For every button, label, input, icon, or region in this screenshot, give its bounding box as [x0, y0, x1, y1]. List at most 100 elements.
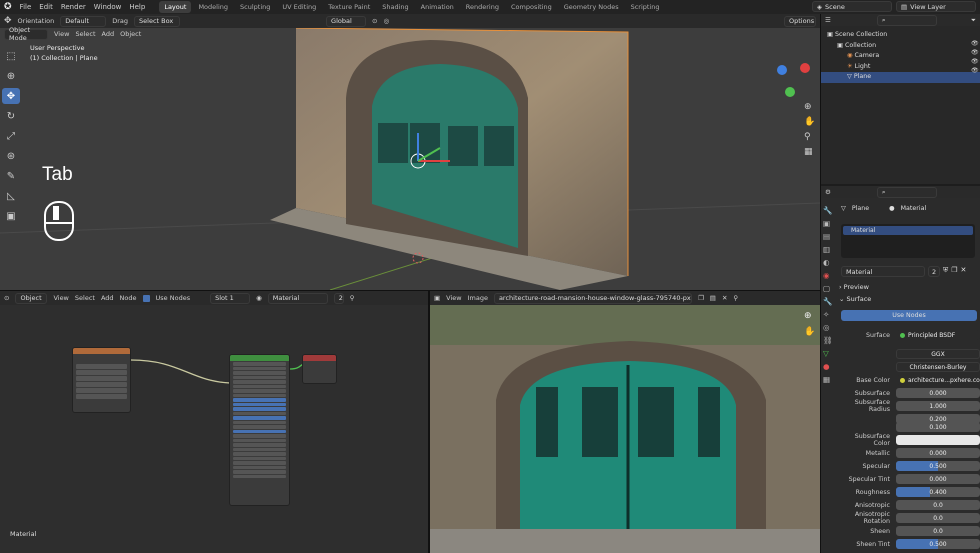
node-view-menu[interactable]: View: [53, 294, 68, 302]
surface-panel-header[interactable]: ⌄ Surface: [839, 295, 871, 303]
proportional-edit-icon[interactable]: ◎: [384, 17, 390, 25]
render-tab-icon[interactable]: ▣: [823, 219, 833, 228]
menu-window[interactable]: Window: [94, 3, 122, 11]
object-tab-icon[interactable]: ▢: [823, 284, 833, 293]
tab-sculpting[interactable]: Sculpting: [235, 1, 275, 13]
measure-tool-icon[interactable]: ◺: [2, 188, 20, 204]
select-tool-icon[interactable]: ⬚: [2, 48, 20, 64]
orientation-dropdown[interactable]: Default: [60, 15, 107, 27]
node-add-menu[interactable]: Add: [101, 294, 114, 302]
rotate-tool-icon[interactable]: ↻: [2, 108, 20, 124]
image-file-field[interactable]: architecture-road-mansion-house-window-g…: [493, 292, 692, 304]
property-field[interactable]: 0.000: [896, 388, 980, 398]
property-field[interactable]: 0.0: [896, 500, 980, 510]
tab-geometry-nodes[interactable]: Geometry Nodes: [559, 1, 624, 13]
outliner-item-light[interactable]: ☀ Light: [827, 62, 974, 73]
menu-edit[interactable]: Edit: [39, 3, 53, 11]
view-layer-tab-icon[interactable]: ▥: [823, 245, 833, 254]
snap-icon[interactable]: ⊙: [372, 17, 377, 25]
user-count[interactable]: 2: [928, 266, 940, 277]
properties-icon[interactable]: ⚙: [825, 188, 831, 196]
pan-hand-icon[interactable]: ✋: [804, 117, 815, 127]
camera-view-icon[interactable]: ⚲: [804, 132, 815, 142]
property-field[interactable]: architecture...pxhere.com: [896, 375, 980, 385]
material-output-node[interactable]: [302, 354, 337, 384]
tab-rendering[interactable]: Rendering: [461, 1, 504, 13]
slot-dropdown[interactable]: Slot 1: [210, 292, 251, 304]
tab-compositing[interactable]: Compositing: [506, 1, 557, 13]
close-icon[interactable]: ✕: [961, 266, 967, 277]
tab-animation[interactable]: Animation: [416, 1, 459, 13]
annotate-tool-icon[interactable]: ✎: [2, 168, 20, 184]
texture-tab-icon[interactable]: ▦: [823, 375, 833, 384]
particles-tab-icon[interactable]: ✧: [823, 310, 833, 319]
3d-viewport[interactable]: User Perspective (1) Collection | Plane …: [0, 28, 820, 290]
image-editor[interactable]: ⊕ ✋: [430, 305, 820, 553]
fake-user-icon[interactable]: ⛨: [943, 266, 948, 277]
property-field[interactable]: 0.0: [896, 526, 980, 536]
output-tab-icon[interactable]: ▤: [823, 232, 833, 241]
node-select-menu[interactable]: Select: [75, 294, 95, 302]
transform-icon[interactable]: ✥: [4, 16, 12, 26]
property-field[interactable]: 0.500: [896, 539, 980, 549]
property-field[interactable]: 0.000: [896, 448, 980, 458]
area-divider[interactable]: [428, 291, 430, 553]
use-nodes-button[interactable]: Use Nodes: [841, 310, 977, 321]
tab-scripting[interactable]: Scripting: [626, 1, 665, 13]
pin-icon[interactable]: ⚲: [350, 294, 355, 302]
close-icon[interactable]: ✕: [722, 294, 727, 302]
subsurface-method-dropdown[interactable]: Christensen-Burley: [896, 362, 980, 372]
use-nodes-checkbox[interactable]: [142, 294, 150, 302]
move-tool-icon[interactable]: ✥: [2, 88, 20, 104]
filter-icon[interactable]: ⏷: [971, 16, 976, 25]
principled-bsdf-node[interactable]: [229, 354, 290, 506]
property-field[interactable]: [896, 435, 980, 445]
menu-render[interactable]: Render: [61, 3, 86, 11]
property-field[interactable]: 0.500: [896, 461, 980, 471]
scale-tool-icon[interactable]: ⤢: [2, 128, 20, 144]
tab-uv-editing[interactable]: UV Editing: [277, 1, 321, 13]
area-divider[interactable]: [820, 14, 821, 553]
outliner-item-plane[interactable]: ▽ Plane: [821, 72, 980, 83]
outliner-scene-collection[interactable]: ▣ Scene Collection: [827, 30, 974, 41]
material-slot-item[interactable]: Material: [843, 226, 973, 235]
property-field[interactable]: 0.000: [896, 474, 980, 484]
properties-search[interactable]: ⌕: [876, 186, 937, 198]
open-image-icon[interactable]: ▤: [710, 294, 716, 302]
property-field[interactable]: 1.000: [896, 401, 980, 411]
outliner-icon[interactable]: ☰: [825, 16, 831, 24]
image-image-menu[interactable]: Image: [468, 294, 488, 302]
image-view-menu[interactable]: View: [446, 294, 461, 302]
new-image-icon[interactable]: ❐: [698, 294, 704, 302]
view-layer-field[interactable]: ▤ View Layer: [896, 1, 976, 12]
pin-icon[interactable]: ⚲: [733, 294, 738, 302]
blender-logo-icon[interactable]: ✪: [4, 2, 12, 12]
transform-tool-icon[interactable]: ⊛: [2, 148, 20, 164]
editor-type-dropdown[interactable]: Object: [15, 292, 48, 304]
physics-tab-icon[interactable]: ◎: [823, 323, 833, 332]
scene-field[interactable]: ◈ Scene: [812, 1, 892, 12]
eye-icon[interactable]: 👁: [971, 49, 979, 56]
eye-icon[interactable]: 👁: [971, 67, 979, 74]
add-cube-tool-icon[interactable]: ▣: [2, 208, 20, 224]
copy-icon[interactable]: ❐: [951, 266, 957, 277]
preview-panel-header[interactable]: › Preview: [839, 283, 869, 291]
property-field[interactable]: 0.400: [896, 487, 980, 497]
material-name-field[interactable]: Material: [841, 266, 925, 277]
node-material-field[interactable]: Material: [267, 292, 328, 304]
transform-space-dropdown[interactable]: Global: [326, 15, 367, 27]
surface-shader-field[interactable]: Principled BSDF: [896, 330, 980, 340]
constraints-tab-icon[interactable]: ⛓: [823, 336, 833, 345]
zoom-icon[interactable]: ⊕: [804, 311, 815, 321]
drag-dropdown[interactable]: Select Box: [134, 15, 181, 27]
viewport-add-menu[interactable]: Add: [102, 30, 115, 38]
area-divider[interactable]: [0, 290, 820, 291]
viewport-view-menu[interactable]: View: [54, 30, 69, 38]
tab-modeling[interactable]: Modeling: [193, 1, 233, 13]
eye-icon[interactable]: 👁: [971, 40, 979, 47]
cursor-tool-icon[interactable]: ⊕: [2, 68, 20, 84]
tab-shading[interactable]: Shading: [377, 1, 413, 13]
property-field[interactable]: 0.0: [896, 513, 980, 523]
menu-file[interactable]: File: [20, 3, 32, 11]
node-editor-icon[interactable]: ⊙: [4, 294, 9, 302]
